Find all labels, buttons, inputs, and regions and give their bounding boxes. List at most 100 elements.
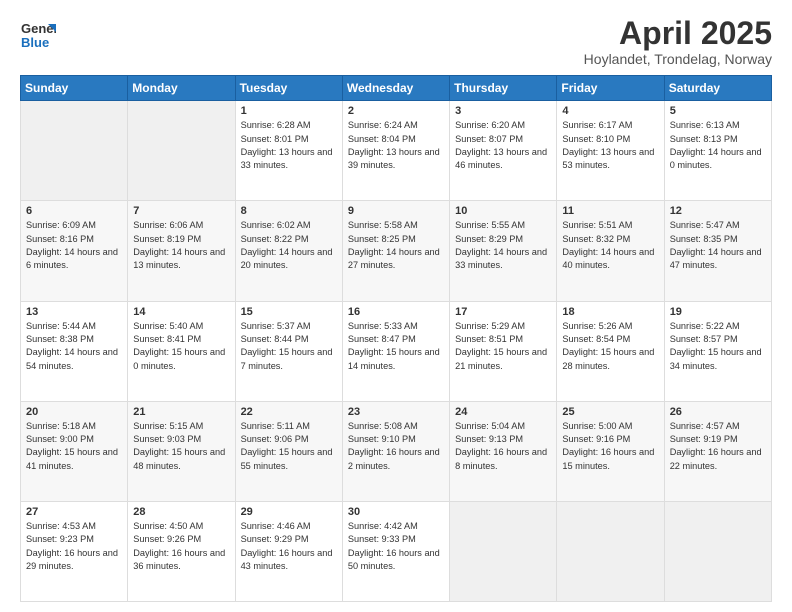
logo-icon: General Blue	[20, 16, 56, 52]
cell-info: Sunrise: 4:57 AM Sunset: 9:19 PM Dayligh…	[670, 420, 766, 473]
calendar-cell: 16 Sunrise: 5:33 AM Sunset: 8:47 PM Dayli…	[342, 301, 449, 401]
calendar-cell: 21Sunrise: 5:15 AM Sunset: 9:03 PM Dayli…	[128, 401, 235, 501]
calendar-cell: 12 Sunrise: 5:47 AM Sunset: 8:35 PM Dayli…	[664, 201, 771, 301]
cell-info: Sunrise: 6:06 AM Sunset: 8:19 PM Dayligh…	[133, 219, 229, 272]
day-number: 20	[26, 406, 122, 418]
cell-info: Sunrise: 4:46 AM Sunset: 9:29 PM Dayligh…	[241, 520, 337, 573]
cell-info: Sunrise: 4:42 AM Sunset: 9:33 PM Dayligh…	[348, 520, 444, 573]
header: General Blue April 2025 Hoylandet, Trond…	[20, 16, 772, 67]
cell-info: Sunrise: 5:55 AM Sunset: 8:29 PM Dayligh…	[455, 219, 551, 272]
cell-info: Sunrise: 6:28 AM Sunset: 8:01 PM Dayligh…	[241, 119, 337, 172]
week-row-1: 1 Sunrise: 6:28 AM Sunset: 8:01 PM Daylig…	[21, 101, 772, 201]
calendar-cell: 3 Sunrise: 6:20 AM Sunset: 8:07 PM Daylig…	[450, 101, 557, 201]
header-row: Sunday Monday Tuesday Wednesday Thursday…	[21, 76, 772, 101]
col-saturday: Saturday	[664, 76, 771, 101]
calendar-cell: 6 Sunrise: 6:09 AM Sunset: 8:16 PM Daylig…	[21, 201, 128, 301]
week-row-4: 20 Sunrise: 5:18 AM Sunset: 9:00 PM Dayli…	[21, 401, 772, 501]
calendar-cell: 28 Sunrise: 4:50 AM Sunset: 9:26 PM Dayli…	[128, 501, 235, 601]
day-number: 29	[241, 506, 337, 518]
cell-info: Sunrise: 5:47 AM Sunset: 8:35 PM Dayligh…	[670, 219, 766, 272]
col-monday: Monday	[128, 76, 235, 101]
cell-info: Sunrise: 6:17 AM Sunset: 8:10 PM Dayligh…	[562, 119, 658, 172]
calendar-cell	[21, 101, 128, 201]
calendar-table: Sunday Monday Tuesday Wednesday Thursday…	[20, 75, 772, 602]
logo: General Blue	[20, 16, 56, 57]
cell-info: Sunrise: 5:33 AM Sunset: 8:47 PM Dayligh…	[348, 320, 444, 373]
cell-info: Sunrise: 5:26 AM Sunset: 8:54 PM Dayligh…	[562, 320, 658, 373]
title-block: April 2025 Hoylandet, Trondelag, Norway	[584, 16, 772, 67]
cell-info: Sunrise: 5:00 AM Sunset: 9:16 PM Dayligh…	[562, 420, 658, 473]
main-title: April 2025	[584, 16, 772, 51]
day-number: 1	[241, 105, 337, 117]
cell-info: Sunrise: 5:18 AM Sunset: 9:00 PM Dayligh…	[26, 420, 122, 473]
cell-info: Sunrise: 5:29 AM Sunset: 8:51 PM Dayligh…	[455, 320, 551, 373]
day-number: 5	[670, 105, 766, 117]
cell-info: Sunrise: 5:58 AM Sunset: 8:25 PM Dayligh…	[348, 219, 444, 272]
calendar-cell: 5 Sunrise: 6:13 AM Sunset: 8:13 PM Daylig…	[664, 101, 771, 201]
cell-info: Sunrise: 5:37 AM Sunset: 8:44 PM Dayligh…	[241, 320, 337, 373]
cell-info: Sunrise: 5:51 AM Sunset: 8:32 PM Dayligh…	[562, 219, 658, 272]
cell-info: Sunrise: 6:02 AM Sunset: 8:22 PM Dayligh…	[241, 219, 337, 272]
cell-info: Sunrise: 5:22 AM Sunset: 8:57 PM Dayligh…	[670, 320, 766, 373]
day-number: 26	[670, 406, 766, 418]
day-number: 21	[133, 406, 229, 418]
calendar-cell: 13 Sunrise: 5:44 AM Sunset: 8:38 PM Dayli…	[21, 301, 128, 401]
calendar-cell	[128, 101, 235, 201]
calendar-cell: 26 Sunrise: 4:57 AM Sunset: 9:19 PM Dayli…	[664, 401, 771, 501]
day-number: 11	[562, 205, 658, 217]
calendar-cell: 20 Sunrise: 5:18 AM Sunset: 9:00 PM Dayli…	[21, 401, 128, 501]
calendar-cell: 14Sunrise: 5:40 AM Sunset: 8:41 PM Dayli…	[128, 301, 235, 401]
day-number: 23	[348, 406, 444, 418]
calendar-cell: 4 Sunrise: 6:17 AM Sunset: 8:10 PM Daylig…	[557, 101, 664, 201]
day-number: 4	[562, 105, 658, 117]
week-row-2: 6 Sunrise: 6:09 AM Sunset: 8:16 PM Daylig…	[21, 201, 772, 301]
cell-info: Sunrise: 5:40 AM Sunset: 8:41 PM Dayligh…	[133, 320, 229, 373]
calendar-cell: 15 Sunrise: 5:37 AM Sunset: 8:44 PM Dayli…	[235, 301, 342, 401]
calendar-cell	[450, 501, 557, 601]
day-number: 15	[241, 306, 337, 318]
calendar-cell: 30Sunrise: 4:42 AM Sunset: 9:33 PM Dayli…	[342, 501, 449, 601]
day-number: 8	[241, 205, 337, 217]
cell-info: Sunrise: 5:44 AM Sunset: 8:38 PM Dayligh…	[26, 320, 122, 373]
calendar-cell: 19 Sunrise: 5:22 AM Sunset: 8:57 PM Dayli…	[664, 301, 771, 401]
calendar-cell: 11 Sunrise: 5:51 AM Sunset: 8:32 PM Dayli…	[557, 201, 664, 301]
calendar-cell: 17 Sunrise: 5:29 AM Sunset: 8:51 PM Dayli…	[450, 301, 557, 401]
cell-info: Sunrise: 5:08 AM Sunset: 9:10 PM Dayligh…	[348, 420, 444, 473]
day-number: 24	[455, 406, 551, 418]
cell-info: Sunrise: 6:24 AM Sunset: 8:04 PM Dayligh…	[348, 119, 444, 172]
week-row-3: 13 Sunrise: 5:44 AM Sunset: 8:38 PM Dayli…	[21, 301, 772, 401]
day-number: 12	[670, 205, 766, 217]
col-tuesday: Tuesday	[235, 76, 342, 101]
day-number: 22	[241, 406, 337, 418]
cell-info: Sunrise: 6:13 AM Sunset: 8:13 PM Dayligh…	[670, 119, 766, 172]
day-number: 6	[26, 205, 122, 217]
calendar-cell: 22 Sunrise: 5:11 AM Sunset: 9:06 PM Dayli…	[235, 401, 342, 501]
day-number: 17	[455, 306, 551, 318]
day-number: 27	[26, 506, 122, 518]
calendar-cell: 8 Sunrise: 6:02 AM Sunset: 8:22 PM Daylig…	[235, 201, 342, 301]
calendar-cell: 18Sunrise: 5:26 AM Sunset: 8:54 PM Dayli…	[557, 301, 664, 401]
day-number: 28	[133, 506, 229, 518]
cell-info: Sunrise: 6:20 AM Sunset: 8:07 PM Dayligh…	[455, 119, 551, 172]
page: General Blue April 2025 Hoylandet, Trond…	[0, 0, 792, 612]
cell-info: Sunrise: 6:09 AM Sunset: 8:16 PM Dayligh…	[26, 219, 122, 272]
cell-info: Sunrise: 4:50 AM Sunset: 9:26 PM Dayligh…	[133, 520, 229, 573]
calendar-cell: 9Sunrise: 5:58 AM Sunset: 8:25 PM Daylig…	[342, 201, 449, 301]
calendar-cell: 10Sunrise: 5:55 AM Sunset: 8:29 PM Dayli…	[450, 201, 557, 301]
day-number: 2	[348, 105, 444, 117]
cell-info: Sunrise: 5:11 AM Sunset: 9:06 PM Dayligh…	[241, 420, 337, 473]
col-thursday: Thursday	[450, 76, 557, 101]
day-number: 7	[133, 205, 229, 217]
day-number: 16	[348, 306, 444, 318]
col-wednesday: Wednesday	[342, 76, 449, 101]
week-row-5: 27Sunrise: 4:53 AM Sunset: 9:23 PM Dayli…	[21, 501, 772, 601]
calendar-cell: 23 Sunrise: 5:08 AM Sunset: 9:10 PM Dayli…	[342, 401, 449, 501]
svg-text:Blue: Blue	[21, 35, 49, 50]
calendar-cell: 24Sunrise: 5:04 AM Sunset: 9:13 PM Dayli…	[450, 401, 557, 501]
day-number: 3	[455, 105, 551, 117]
col-friday: Friday	[557, 76, 664, 101]
calendar-cell: 27Sunrise: 4:53 AM Sunset: 9:23 PM Dayli…	[21, 501, 128, 601]
day-number: 19	[670, 306, 766, 318]
day-number: 13	[26, 306, 122, 318]
calendar-cell: 25Sunrise: 5:00 AM Sunset: 9:16 PM Dayli…	[557, 401, 664, 501]
